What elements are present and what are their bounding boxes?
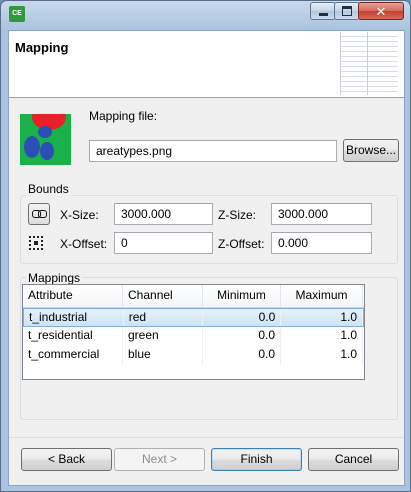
footer-separator: [9, 437, 404, 438]
header-table-thumbnail: [340, 32, 398, 95]
z-offset-input[interactable]: 0.000: [271, 232, 372, 254]
finish-button[interactable]: Finish: [211, 448, 302, 471]
table-header: Attribute Channel Minimum Maximum: [23, 285, 364, 308]
next-button[interactable]: Next >: [114, 448, 205, 471]
column-header-channel[interactable]: Channel: [123, 285, 203, 307]
cell-attribute: t_residential: [23, 327, 123, 346]
z-size-label: Z-Size:: [218, 208, 257, 222]
cell-maximum[interactable]: 1.0: [281, 327, 363, 346]
cell-channel: blue: [123, 346, 203, 365]
title-bar[interactable]: CE ✕: [1, 1, 410, 29]
close-button[interactable]: ✕: [358, 2, 404, 20]
cell-channel: green: [123, 327, 203, 346]
mapping-file-input[interactable]: areatypes.png: [89, 140, 337, 162]
cell-maximum[interactable]: 1.0: [281, 309, 364, 326]
offset-icon: [29, 236, 43, 250]
dialog-window: CE ✕ Mapping Mapping file: areatypes.png…: [0, 0, 411, 492]
table-row[interactable]: t_industrial red 0.0 1.0: [23, 308, 364, 327]
column-header-minimum[interactable]: Minimum: [203, 285, 281, 307]
x-offset-input[interactable]: 0: [114, 232, 213, 254]
table-row[interactable]: t_commercial blue 0.0 1.0: [23, 346, 364, 365]
cell-maximum[interactable]: 1.0: [281, 346, 363, 365]
x-size-label: X-Size:: [60, 208, 99, 222]
cell-attribute: t_industrial: [24, 309, 124, 326]
chain-link-icon: [32, 210, 47, 218]
mapping-file-label: Mapping file:: [89, 109, 158, 123]
cancel-button[interactable]: Cancel: [308, 448, 399, 471]
maximize-button[interactable]: [334, 2, 360, 20]
app-icon: CE: [9, 6, 25, 22]
cell-attribute: t_commercial: [23, 346, 123, 365]
maximize-icon: [342, 6, 352, 16]
browse-button[interactable]: Browse...: [343, 139, 399, 162]
close-icon: ✕: [375, 3, 387, 19]
table-row[interactable]: t_residential green 0.0 1.0: [23, 327, 364, 346]
column-header-maximum[interactable]: Maximum: [281, 285, 363, 307]
link-sizes-button[interactable]: [28, 203, 50, 225]
cell-minimum[interactable]: 0.0: [203, 346, 281, 365]
z-size-input[interactable]: 3000.000: [271, 203, 372, 225]
x-offset-label: X-Offset:: [60, 237, 108, 251]
minimize-button[interactable]: [310, 2, 336, 20]
bounds-group-title: Bounds: [26, 182, 71, 196]
dialog-client-area: Mapping Mapping file: areatypes.png Brow…: [8, 30, 405, 486]
page-title: Mapping: [15, 40, 69, 55]
x-size-input[interactable]: 3000.000: [114, 203, 213, 225]
cell-minimum[interactable]: 0.0: [203, 309, 282, 326]
cell-channel: red: [124, 309, 204, 326]
z-offset-label: Z-Offset:: [218, 237, 265, 251]
column-header-attribute[interactable]: Attribute: [23, 285, 123, 307]
cell-minimum[interactable]: 0.0: [203, 327, 281, 346]
minimize-icon: [318, 12, 328, 16]
wizard-header: Mapping: [9, 31, 404, 98]
mappings-group-title: Mappings: [26, 271, 83, 285]
mappings-table: Attribute Channel Minimum Maximum t_indu…: [22, 284, 365, 380]
back-button[interactable]: < Back: [21, 448, 112, 471]
mapping-image-preview: [20, 114, 71, 165]
